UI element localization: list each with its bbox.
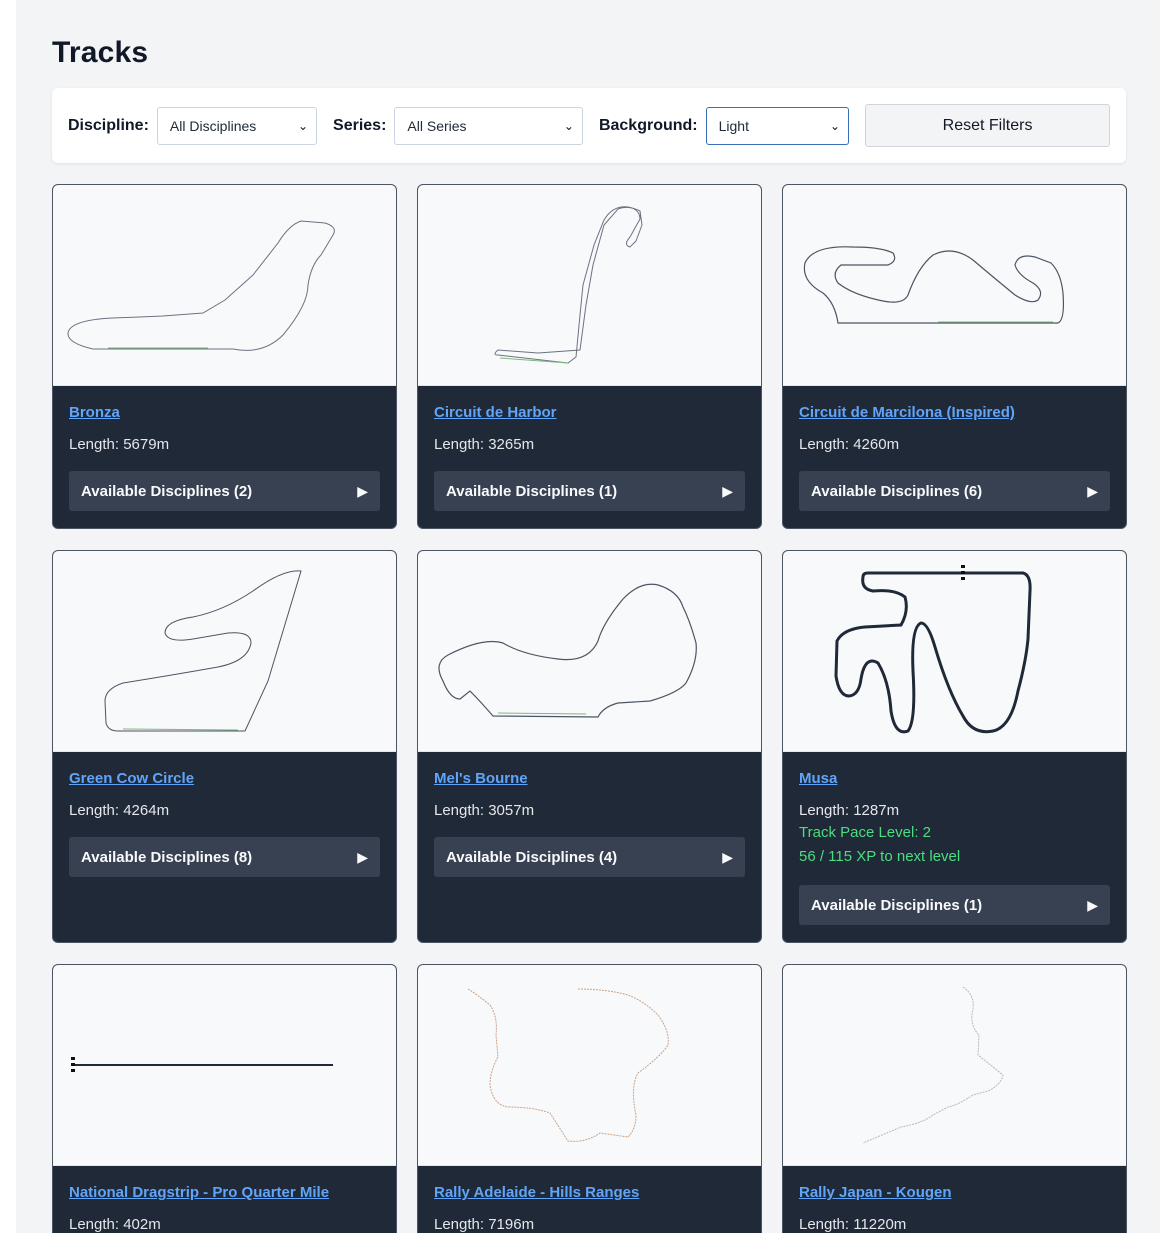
play-triangle-icon: ▶ bbox=[357, 482, 368, 499]
series-label: Series: bbox=[333, 116, 387, 134]
track-outline bbox=[104, 570, 302, 732]
play-triangle-icon: ▶ bbox=[1087, 482, 1098, 499]
track-outline bbox=[467, 988, 669, 1142]
track-length: Length: 1287m bbox=[799, 802, 900, 819]
available-disciplines-toggle[interactable]: Available Disciplines (4) ▶ bbox=[434, 837, 745, 877]
play-triangle-icon: ▶ bbox=[722, 848, 733, 865]
disciplines-label: Available Disciplines (1) bbox=[446, 482, 618, 500]
track-name-link[interactable]: Rally Japan - Kougen bbox=[799, 1184, 952, 1201]
available-disciplines-toggle[interactable]: Available Disciplines (8) ▶ bbox=[69, 837, 380, 877]
track-length: Length: 402m bbox=[69, 1216, 161, 1233]
page: Tracks Discipline: All Disciplines ⌄ Ser… bbox=[16, 0, 1160, 1233]
track-map bbox=[53, 551, 396, 752]
track-outline bbox=[67, 220, 335, 351]
track-name-link[interactable]: National Dragstrip - Pro Quarter Mile bbox=[69, 1184, 329, 1201]
track-map bbox=[783, 551, 1126, 752]
track-length: Length: 3057m bbox=[434, 802, 535, 819]
track-map bbox=[418, 965, 761, 1166]
disciplines-label: Available Disciplines (8) bbox=[81, 848, 253, 866]
track-map bbox=[783, 185, 1126, 386]
available-disciplines-toggle[interactable]: Available Disciplines (2) ▶ bbox=[69, 471, 380, 511]
xp-progress: 56 / 115 XP to next level bbox=[799, 848, 961, 865]
available-disciplines-toggle[interactable]: Available Disciplines (1) ▶ bbox=[434, 471, 745, 511]
track-card: Rally Adelaide - Hills Ranges Length: 71… bbox=[417, 964, 762, 1233]
page-title: Tracks bbox=[52, 36, 149, 69]
track-outline bbox=[438, 583, 697, 718]
track-length: Length: 4264m bbox=[69, 802, 170, 819]
track-name-link[interactable]: Musa bbox=[799, 770, 837, 787]
track-card: Bronza Length: 5679m Available Disciplin… bbox=[52, 184, 397, 529]
available-disciplines-toggle[interactable]: Available Disciplines (6) ▶ bbox=[799, 471, 1110, 511]
track-map bbox=[53, 185, 396, 386]
track-outline bbox=[494, 206, 643, 364]
reset-filters-button[interactable]: Reset Filters bbox=[865, 104, 1111, 147]
chevron-down-icon: ⌄ bbox=[563, 118, 574, 133]
discipline-select[interactable]: All Disciplines ⌄ bbox=[156, 106, 318, 145]
play-triangle-icon: ▶ bbox=[722, 482, 733, 499]
chevron-down-icon: ⌄ bbox=[297, 118, 309, 133]
disciplines-label: Available Disciplines (2) bbox=[81, 482, 253, 500]
disciplines-label: Available Disciplines (4) bbox=[446, 848, 618, 866]
track-card: Circuit de Marcilona (Inspired) Length: … bbox=[782, 184, 1127, 529]
track-card: Circuit de Harbor Length: 3265m Availabl… bbox=[417, 184, 762, 529]
track-name-link[interactable]: Circuit de Harbor bbox=[434, 404, 557, 421]
disciplines-label: Available Disciplines (1) bbox=[811, 896, 983, 914]
track-length: Length: 3265m bbox=[434, 436, 535, 453]
track-card: Musa Length: 1287m Track Pace Level: 2 5… bbox=[782, 550, 1127, 943]
disciplines-label: Available Disciplines (6) bbox=[811, 482, 983, 500]
track-length: Length: 4260m bbox=[799, 436, 900, 453]
background-label: Background: bbox=[598, 116, 698, 134]
track-map bbox=[418, 551, 761, 752]
track-map bbox=[53, 965, 396, 1166]
track-name-link[interactable]: Bronza bbox=[69, 404, 120, 421]
track-outline bbox=[803, 246, 1065, 324]
track-length: Length: 7196m bbox=[434, 1216, 535, 1233]
available-disciplines-toggle[interactable]: Available Disciplines (1) ▶ bbox=[799, 885, 1110, 925]
discipline-select-value: All Disciplines bbox=[169, 117, 257, 134]
track-length: Length: 11220m bbox=[799, 1216, 907, 1233]
track-outline bbox=[862, 986, 1004, 1144]
track-card: National Dragstrip - Pro Quarter Mile Le… bbox=[52, 964, 397, 1233]
play-triangle-icon: ▶ bbox=[1087, 896, 1098, 913]
track-name-link[interactable]: Green Cow Circle bbox=[69, 770, 194, 787]
discipline-label: Discipline: bbox=[68, 116, 149, 134]
chevron-down-icon: ⌄ bbox=[830, 118, 841, 133]
background-select-value: Light bbox=[718, 117, 749, 134]
track-card: Rally Japan - Kougen Length: 11220m bbox=[782, 964, 1127, 1233]
track-length: Length: 5679m bbox=[69, 436, 170, 453]
series-select-value: All Series bbox=[407, 117, 467, 134]
filter-bar: Discipline: All Disciplines ⌄ Series: Al… bbox=[52, 88, 1126, 163]
track-outline bbox=[71, 1057, 333, 1075]
series-select[interactable]: All Series ⌄ bbox=[394, 106, 583, 145]
track-name-link[interactable]: Circuit de Marcilona (Inspired) bbox=[799, 404, 1015, 421]
track-outline bbox=[834, 565, 1032, 734]
play-triangle-icon: ▶ bbox=[357, 848, 368, 865]
track-name-link[interactable]: Mel's Bourne bbox=[434, 770, 528, 787]
track-card: Mel's Bourne Length: 3057m Available Dis… bbox=[417, 550, 762, 943]
track-name-link[interactable]: Rally Adelaide - Hills Ranges bbox=[434, 1184, 639, 1201]
track-map bbox=[418, 185, 761, 386]
track-card: Green Cow Circle Length: 4264m Available… bbox=[52, 550, 397, 943]
track-map bbox=[783, 965, 1126, 1166]
track-pace-level: Track Pace Level: 2 bbox=[799, 824, 932, 841]
background-select[interactable]: Light ⌄ bbox=[705, 106, 850, 145]
